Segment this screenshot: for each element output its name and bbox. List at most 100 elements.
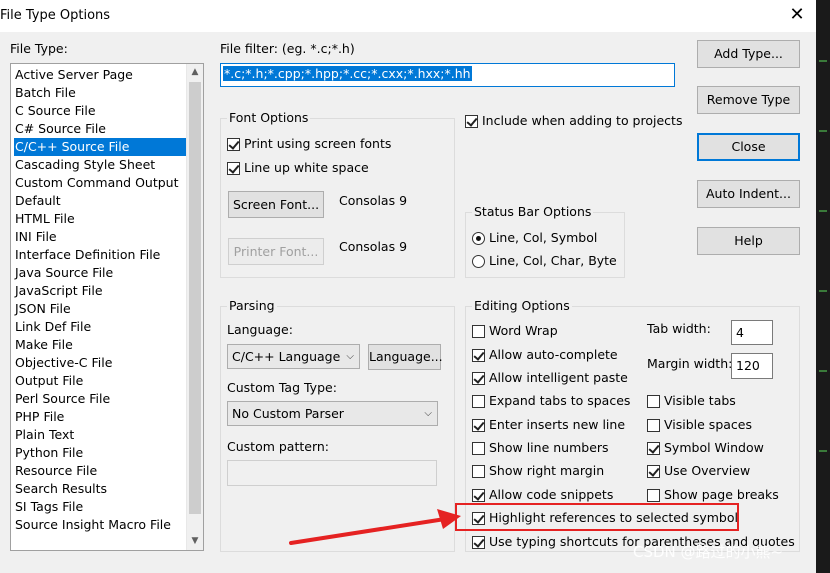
file-type-item[interactable]: C# Source File xyxy=(14,120,187,138)
parsing-title: Parsing xyxy=(227,298,277,313)
status-bar-options-title: Status Bar Options xyxy=(472,204,594,219)
enter-inserts-label: Enter inserts new line xyxy=(489,417,626,432)
print-screen-fonts-label: Print using screen fonts xyxy=(244,136,392,151)
radio-unselected-icon xyxy=(472,255,485,268)
close-window-icon[interactable]: ✕ xyxy=(786,4,808,26)
screen-font-value: Consolas 9 xyxy=(339,193,408,208)
custom-pattern-label: Custom pattern: xyxy=(227,439,330,454)
file-type-list[interactable]: Source Insight Macro File SI Tags File Sea… xyxy=(10,63,204,551)
checkbox-checked-icon xyxy=(647,442,660,455)
expand-tabs-label: Expand tabs to spaces xyxy=(489,393,631,408)
tab-width-label: Tab width: xyxy=(647,321,711,336)
custom-tag-type-label: Custom Tag Type: xyxy=(227,380,337,395)
file-type-item[interactable]: JavaScript File xyxy=(14,282,187,300)
tab-width-input[interactable]: 4 xyxy=(731,320,773,345)
radio-selected-icon xyxy=(472,232,485,245)
file-type-item[interactable]: Plain Text xyxy=(14,426,187,444)
scroll-down-icon[interactable]: ▼ xyxy=(187,533,203,550)
show-line-numbers-label: Show line numbers xyxy=(489,440,609,455)
file-type-item[interactable]: SI Tags File xyxy=(14,498,187,516)
file-type-options-dialog: File Type Options ✕ File Type: Source In… xyxy=(0,0,816,573)
file-type-item[interactable]: C Source File xyxy=(14,102,187,120)
language-select[interactable]: C/C++ Language ⌵ xyxy=(227,344,360,369)
checkbox-unchecked-icon xyxy=(647,395,660,408)
symbol-window-label: Symbol Window xyxy=(664,440,764,455)
window-title: File Type Options xyxy=(0,8,111,23)
editing-options-title: Editing Options xyxy=(472,298,572,313)
font-options-title: Font Options xyxy=(227,110,311,125)
auto-indent-button[interactable]: Auto Indent... xyxy=(697,180,800,208)
language-label: Language: xyxy=(227,322,293,337)
tab-width-value: 4 xyxy=(736,325,744,340)
checkbox-checked-icon xyxy=(465,115,478,128)
checkbox-unchecked-icon xyxy=(472,395,485,408)
line-up-white-space-label: Line up white space xyxy=(244,160,369,175)
file-type-item[interactable]: Batch File xyxy=(14,84,187,102)
scroll-thumb[interactable] xyxy=(189,82,201,514)
language-select-value: C/C++ Language xyxy=(232,349,341,364)
file-type-item[interactable]: Make File xyxy=(14,336,187,354)
checkbox-checked-icon xyxy=(472,536,485,549)
file-type-item[interactable]: Search Results xyxy=(14,480,187,498)
file-type-item[interactable]: Java Source File xyxy=(14,264,187,282)
remove-type-button[interactable]: Remove Type xyxy=(697,86,800,114)
file-type-item[interactable]: Source Insight Macro File xyxy=(14,516,187,534)
file-type-scrollbar[interactable]: ▲ ▼ xyxy=(186,64,203,550)
file-type-item[interactable]: Objective-C File xyxy=(14,354,187,372)
file-type-item[interactable]: Python File xyxy=(14,444,187,462)
printer-font-button[interactable]: Printer Font... xyxy=(228,238,324,265)
language-button[interactable]: Language... xyxy=(368,344,443,370)
show-page-breaks-label: Show page breaks xyxy=(664,487,779,502)
custom-tag-type-value: No Custom Parser xyxy=(232,406,344,421)
file-type-item[interactable]: Custom Command Output xyxy=(14,174,187,192)
close-button[interactable]: Close xyxy=(697,133,800,161)
chevron-down-icon: ⌵ xyxy=(424,408,432,419)
show-right-margin-label: Show right margin xyxy=(489,463,605,478)
screen-font-button[interactable]: Screen Font... xyxy=(228,191,324,218)
scroll-up-icon[interactable]: ▲ xyxy=(187,64,203,81)
checkbox-checked-icon xyxy=(472,372,485,385)
file-type-item[interactable]: C/C++ Source File xyxy=(14,138,187,156)
visible-spaces-label: Visible spaces xyxy=(664,417,752,432)
checkbox-checked-icon xyxy=(227,162,240,175)
custom-tag-type-select[interactable]: No Custom Parser ⌵ xyxy=(227,401,438,426)
file-filter-label: File filter: (eg. *.c;*.h) xyxy=(220,41,355,56)
printer-font-value: Consolas 9 xyxy=(339,239,408,254)
file-type-item[interactable]: INI File xyxy=(14,228,187,246)
margin-width-label: Margin width: xyxy=(647,356,733,371)
background-window-strip xyxy=(816,0,830,573)
file-type-item[interactable]: HTML File xyxy=(14,210,187,228)
intelligent-paste-label: Allow intelligent paste xyxy=(489,370,628,385)
checkbox-checked-icon xyxy=(227,138,240,151)
margin-width-value: 120 xyxy=(736,358,760,373)
word-wrap-label: Word Wrap xyxy=(489,323,558,338)
checkbox-checked-icon xyxy=(472,419,485,432)
use-overview-label: Use Overview xyxy=(664,463,751,478)
file-filter-input[interactable]: *.c;*.h;*.cpp;*.hpp;*.cc;*.cxx;*.hxx;*.h… xyxy=(220,63,675,87)
checkbox-unchecked-icon xyxy=(647,419,660,432)
status-opt2-label: Line, Col, Char, Byte xyxy=(489,253,617,268)
file-type-item[interactable]: Perl Source File xyxy=(14,390,187,408)
file-type-item[interactable]: Link Def File xyxy=(14,318,187,336)
file-type-item[interactable]: Interface Definition File xyxy=(14,246,187,264)
file-type-item[interactable]: Output File xyxy=(14,372,187,390)
add-type-button[interactable]: Add Type... xyxy=(697,40,800,68)
custom-pattern-input[interactable] xyxy=(227,460,437,486)
checkbox-unchecked-icon xyxy=(647,489,660,502)
file-type-item[interactable]: JSON File xyxy=(14,300,187,318)
checkbox-unchecked-icon xyxy=(472,465,485,478)
file-type-item[interactable]: Active Server Page xyxy=(14,66,187,84)
file-type-item[interactable]: Cascading Style Sheet xyxy=(14,156,187,174)
title-bar: File Type Options ✕ xyxy=(0,0,816,32)
file-type-item[interactable]: Default xyxy=(14,192,187,210)
visible-tabs-label: Visible tabs xyxy=(664,393,736,408)
help-button[interactable]: Help xyxy=(697,227,800,255)
margin-width-input[interactable]: 120 xyxy=(731,353,773,379)
file-type-item[interactable]: PHP File xyxy=(14,408,187,426)
checkbox-checked-icon xyxy=(472,349,485,362)
watermark-text: CSDN @路过的小熊~ xyxy=(633,543,784,561)
status-opt1-label: Line, Col, Symbol xyxy=(489,230,598,245)
include-projects-label: Include when adding to projects xyxy=(482,113,683,128)
file-type-item[interactable]: Resource File xyxy=(14,462,187,480)
chevron-down-icon: ⌵ xyxy=(346,351,354,362)
